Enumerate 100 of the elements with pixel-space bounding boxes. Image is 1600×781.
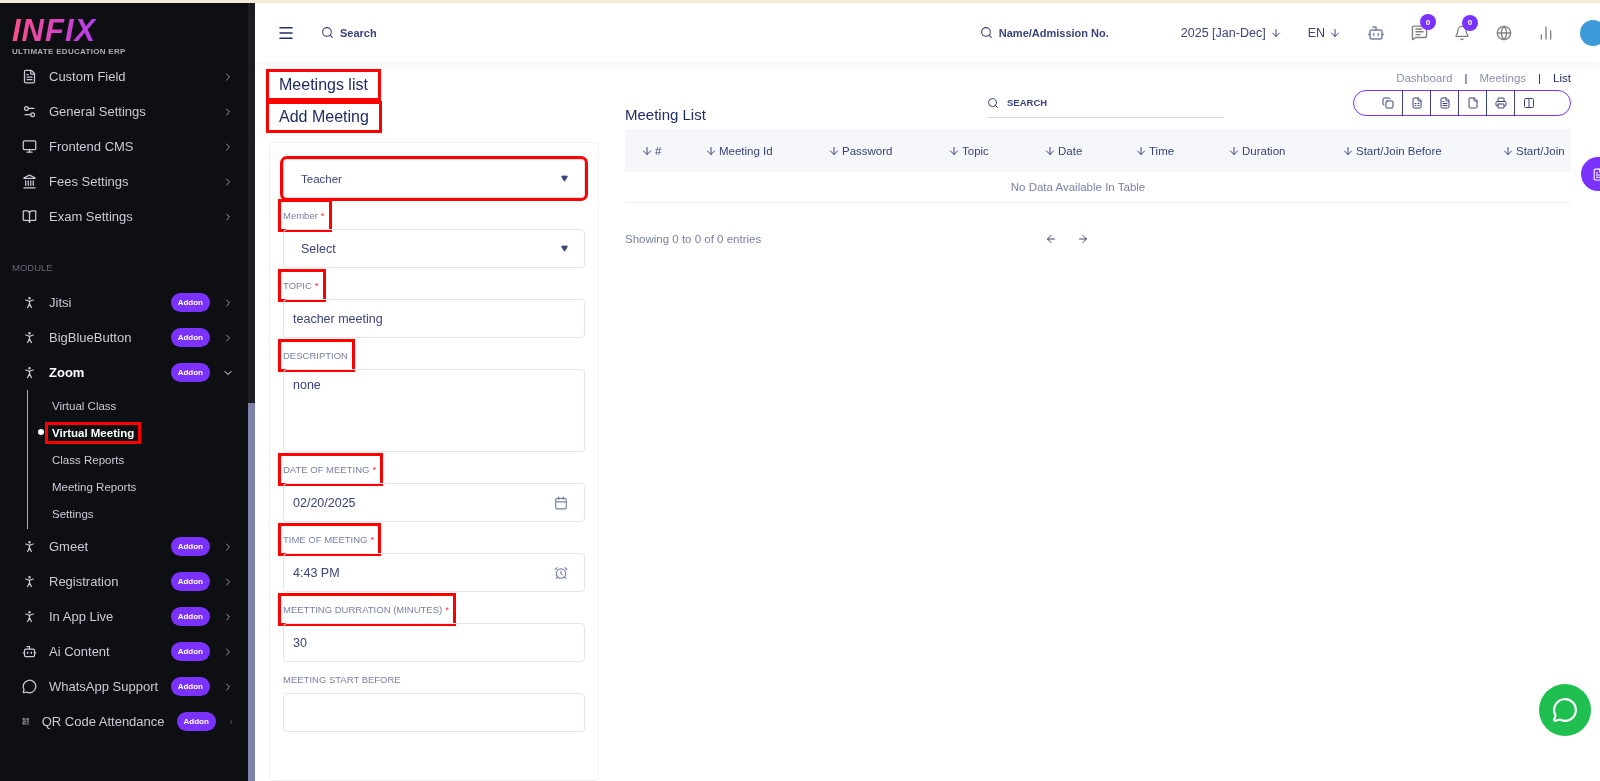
bank-icon: [22, 174, 37, 189]
student-search-field[interactable]: Name/Admission No.: [979, 26, 1109, 39]
column-header[interactable]: Start/Join Before: [1342, 144, 1502, 157]
sidebar-item[interactable]: BigBlueButton Addon: [0, 320, 248, 355]
page-title: Meetings list: [269, 72, 378, 98]
addon-badge: Addon: [170, 537, 210, 556]
globe-icon[interactable]: [1496, 24, 1512, 41]
arrow-down-icon: [1269, 26, 1282, 39]
message-icon[interactable]: [1411, 24, 1428, 41]
submenu-item[interactable]: Virtual Class: [48, 397, 121, 414]
monitor-icon: [22, 139, 37, 154]
search-icon: [321, 26, 334, 39]
column-header[interactable]: Start/Join: [1502, 144, 1592, 157]
clock-icon: [554, 565, 568, 580]
bell-icon[interactable]: [1454, 24, 1470, 41]
select-field[interactable]: Teacher: [283, 159, 585, 198]
file-icon: [1466, 97, 1479, 109]
sort-arrow-icon: [1502, 144, 1514, 157]
person-icon: [22, 330, 37, 345]
sidebar-item[interactable]: Jitsi Addon: [0, 285, 248, 320]
sort-arrow-icon: [1228, 144, 1240, 157]
arrow-left-icon: [1045, 233, 1057, 245]
date-field[interactable]: 02/20/2025: [283, 483, 585, 522]
section-heading: MODULE: [11, 261, 54, 275]
calendar-icon: [554, 495, 568, 510]
table-search-field[interactable]: SEARCH: [987, 88, 1223, 118]
caret-icon: [561, 175, 568, 182]
scrollbar[interactable]: [248, 403, 255, 781]
time-field[interactable]: 4:43 PM: [283, 553, 585, 592]
count-badge: 0: [1462, 14, 1478, 31]
column-header[interactable]: Duration: [1228, 144, 1342, 157]
robot-icon[interactable]: [1367, 23, 1385, 42]
avatar[interactable]: [1580, 19, 1600, 46]
sidebar-item[interactable]: QR Code Attendance Addon: [0, 704, 248, 739]
text-area[interactable]: none: [283, 369, 585, 452]
sort-arrow-icon: [828, 144, 840, 157]
column-header[interactable]: Date: [1044, 144, 1135, 157]
addon-badge: Addon: [170, 677, 210, 696]
sort-arrow-icon: [1342, 144, 1354, 157]
submenu-item[interactable]: Virtual Meeting: [48, 424, 139, 441]
arrow-down-icon: [1329, 26, 1341, 39]
column-header[interactable]: #: [641, 144, 705, 157]
sidebar-item[interactable]: Gmeet Addon: [0, 529, 248, 564]
sidebar-item[interactable]: Custom Field: [0, 59, 248, 94]
sidebar-item[interactable]: Frontend CMS: [0, 129, 248, 164]
column-header[interactable]: Password: [828, 144, 948, 157]
printer-icon: [1494, 97, 1507, 109]
addon-badge: Addon: [170, 572, 210, 591]
addon-badge: Addon: [176, 712, 216, 731]
bullet-icon: [38, 429, 44, 435]
person-icon: [22, 539, 37, 554]
person-icon: [22, 365, 37, 380]
field-label: DATE OF MEETING *: [281, 456, 381, 483]
addon-badge: Addon: [170, 642, 210, 661]
addon-badge: Addon: [170, 328, 210, 347]
breadcrumb-separator: |: [1464, 72, 1468, 84]
count-badge: 0: [1420, 14, 1436, 30]
field-label: DESCRIPTION: [281, 342, 352, 369]
copy-icon: [1382, 97, 1394, 109]
input-field[interactable]: 30: [283, 623, 585, 662]
sort-arrow-icon: [1044, 144, 1056, 157]
session-dropdown[interactable]: 2025 [Jan-Dec]: [1180, 25, 1282, 40]
sidebar-item[interactable]: WhatsApp Support Addon: [0, 669, 248, 704]
sidebar-item[interactable]: Ai Content Addon: [0, 634, 248, 669]
column-header[interactable]: Topic: [948, 144, 1044, 157]
sidebar-item[interactable]: General Settings: [0, 94, 248, 129]
column-header[interactable]: Time: [1135, 144, 1228, 157]
chart-icon[interactable]: [1538, 24, 1554, 41]
caret-icon: [561, 245, 568, 252]
input-field[interactable]: [283, 693, 585, 732]
person-icon: [22, 574, 37, 589]
field-label: TOPIC *: [281, 272, 323, 299]
breadcrumb-link[interactable]: List: [1553, 72, 1571, 84]
sidebar-item[interactable]: Registration Addon: [0, 564, 248, 599]
sort-arrow-icon: [1135, 144, 1147, 157]
next-button[interactable]: [1077, 233, 1089, 245]
sort-arrow-icon: [948, 144, 960, 157]
entries-info: Showing 0 to 0 of 0 entries: [625, 233, 763, 245]
sort-arrow-icon: [705, 144, 717, 157]
previous-button[interactable]: [1045, 233, 1057, 245]
form-title: Add Meeting: [269, 104, 379, 130]
logo-tagline: ULTIMATE EDUCATION ERP: [12, 47, 126, 56]
language-dropdown[interactable]: EN: [1307, 25, 1341, 40]
column-header[interactable]: Meeting Id: [705, 144, 828, 157]
person-icon: [22, 609, 37, 624]
sidebar-item[interactable]: In App Live Addon: [0, 599, 248, 634]
addon-badge: Addon: [170, 293, 210, 312]
sidebar-item[interactable]: Zoom Addon: [0, 355, 248, 390]
submenu-item[interactable]: Settings: [48, 505, 98, 522]
document-icon: [1591, 167, 1600, 181]
select-field[interactable]: Select: [283, 229, 585, 268]
search-field[interactable]: Search: [321, 26, 377, 39]
input-field[interactable]: teacher meeting: [283, 299, 585, 338]
sidebar-item[interactable]: Exam Settings: [0, 199, 248, 234]
sort-arrow-icon: [641, 144, 653, 157]
submenu-item[interactable]: Class Reports: [48, 451, 129, 468]
field-label: Member *: [281, 202, 329, 229]
sidebar-item[interactable]: Fees Settings: [0, 164, 248, 199]
submenu-item[interactable]: Meeting Reports: [48, 478, 141, 495]
addon-badge: Addon: [170, 607, 210, 626]
